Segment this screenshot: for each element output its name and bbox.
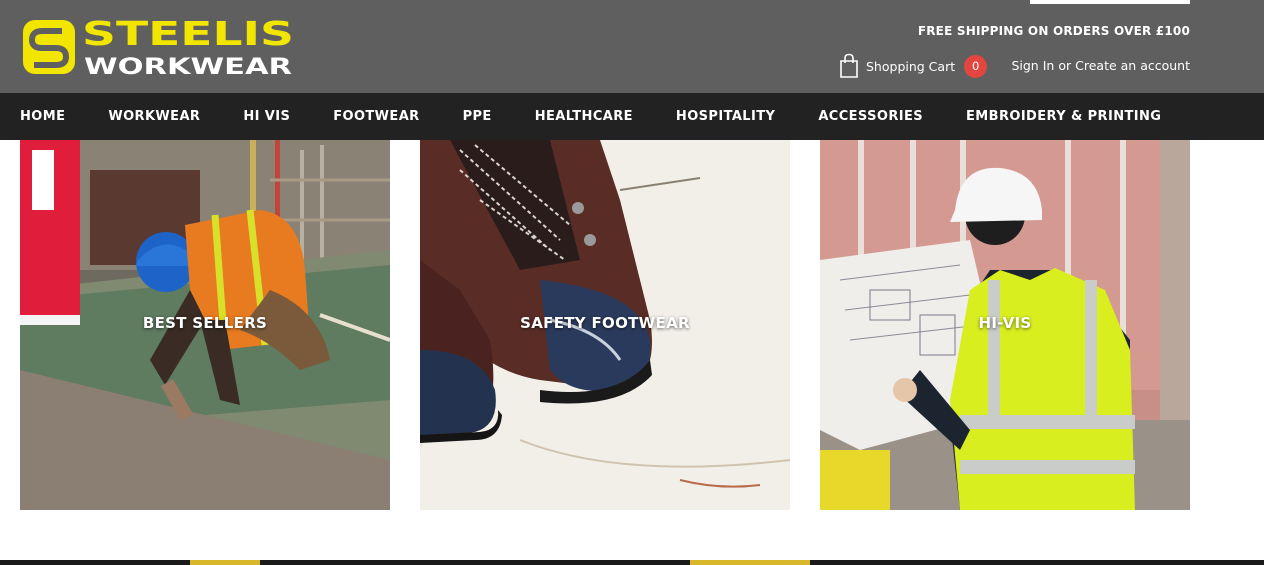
tile-label-safety-footwear: SAFETY FOOTWEAR [520, 314, 690, 332]
strip-highlight [190, 560, 260, 565]
category-tile-hi-vis[interactable]: HI-VIS [820, 140, 1190, 510]
cart-label: Shopping Cart [866, 58, 956, 74]
brand-bottom-text: WORKWEAR [84, 55, 292, 78]
nav-item-accessories[interactable]: ACCESSORIES [818, 109, 923, 124]
create-account-link[interactable]: Create an account [1075, 58, 1190, 73]
next-section-edge [0, 560, 1264, 565]
nav-item-footwear[interactable]: FOOTWEAR [333, 109, 419, 124]
tile-label-best-sellers: BEST SELLERS [142, 314, 268, 332]
nav-item-hi-vis[interactable]: HI VIS [243, 109, 290, 124]
main-navigation: HOME WORKWEAR HI VIS FOOTWEAR PPE HEALTH… [0, 93, 1264, 140]
nav-item-ppe[interactable]: PPE [463, 109, 492, 124]
category-tile-best-sellers[interactable]: BEST SELLERS [20, 140, 390, 510]
strip-highlight [690, 560, 810, 565]
search-box-edge[interactable] [1030, 0, 1190, 4]
nav-item-home[interactable]: HOME [20, 109, 65, 124]
category-tile-safety-footwear[interactable]: SAFETY FOOTWEAR [420, 140, 790, 510]
tile-label-hi-vis: HI-VIS [978, 314, 1032, 332]
cart-count-badge: 0 [964, 54, 988, 78]
account-links: Sign In or Create an account [1011, 58, 1190, 73]
nav-item-hospitality[interactable]: HOSPITALITY [676, 109, 775, 124]
category-tiles: BEST SELLERS SAFETY FOOTWEAR HI-VIS [20, 140, 1190, 510]
shopping-cart-link[interactable]: Shopping Cart 0 [838, 53, 988, 79]
nav-item-workwear[interactable]: WORKWEAR [108, 109, 200, 124]
free-shipping-notice: FREE SHIPPING ON ORDERS OVER £100 [917, 24, 1190, 38]
sign-in-link[interactable]: Sign In [1011, 58, 1054, 73]
or-text: or [1058, 58, 1072, 73]
nav-item-healthcare[interactable]: HEALTHCARE [535, 109, 633, 124]
shopping-bag-icon [840, 53, 858, 78]
steelis-logo[interactable]: STEELIS WORKWEAR [22, 18, 297, 78]
nav-item-embroidery-printing[interactable]: EMBROIDERY & PRINTING [966, 109, 1161, 124]
brand-top-text: STEELIS [82, 18, 294, 53]
site-header: STEELIS WORKWEAR FREE SHIPPING ON ORDERS… [0, 0, 1264, 93]
